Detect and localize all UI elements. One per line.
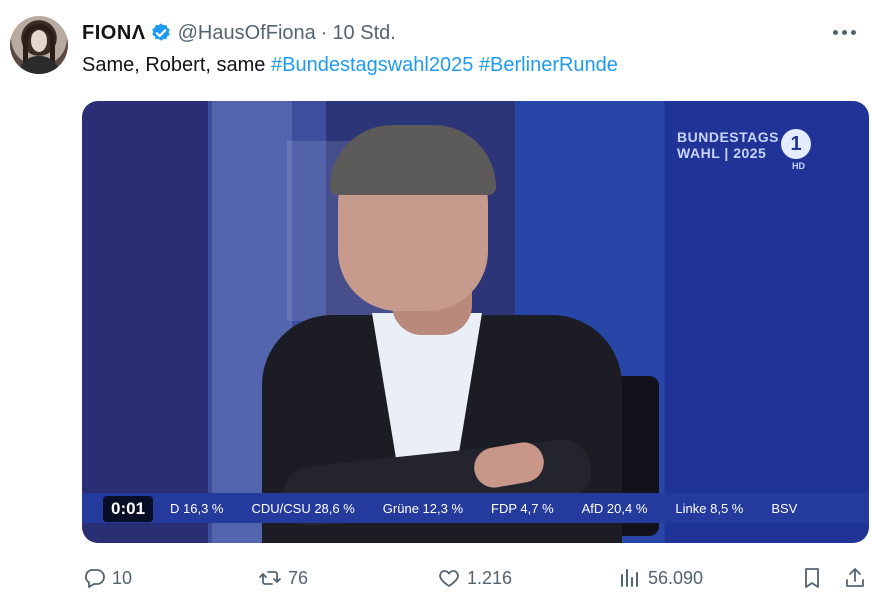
retweet-count: 76 — [288, 567, 309, 588]
reply-icon — [85, 569, 105, 588]
retweet-icon — [259, 571, 281, 585]
video-timestamp: 0:01 — [103, 496, 154, 522]
ticker-item: FDP 4,7 % — [491, 500, 554, 516]
reply-button[interactable]: 10 — [82, 560, 132, 596]
hd-label: HD — [792, 161, 805, 171]
tweet-time[interactable]: 10 Std. — [332, 22, 395, 45]
verified-badge-icon — [151, 23, 170, 41]
reply-count: 10 — [112, 567, 133, 588]
person — [242, 125, 642, 543]
election-ticker: D 16,3 % CDU/CSU 28,6 % Grüne 12,3 % FDP… — [82, 493, 869, 523]
like-icon — [439, 570, 459, 587]
tweet-header: FIONΛ @HausOfFiona · 10 Std. — [82, 20, 396, 46]
bookmark-icon — [805, 568, 819, 588]
bookmark-button[interactable] — [800, 560, 830, 596]
tweet-actions: 10 76 1.216 56.090 — [82, 560, 867, 596]
views-count: 56.090 — [648, 567, 704, 588]
ticker-item: Linke 8,5 % — [675, 500, 744, 516]
author-handle[interactable]: @HausOfFiona — [178, 22, 316, 45]
like-button[interactable]: 1.216 — [437, 560, 512, 596]
author-name[interactable]: FIONΛ — [82, 22, 146, 45]
video-player[interactable]: BUNDESTAGS WAHL | 2025 1 HD D 16,3 % CDU… — [82, 101, 869, 543]
avatar[interactable] — [10, 16, 68, 74]
ticker-item: BSV — [771, 500, 798, 516]
tweet-text: Same, Robert, same #Bundestagswahl2025 #… — [82, 54, 618, 77]
hair — [330, 125, 496, 195]
channel-logo-icon: 1 — [781, 129, 811, 159]
logo-line-1: BUNDESTAGS — [677, 129, 779, 145]
tweet-body: Same, Robert, same — [82, 54, 266, 76]
more-icon[interactable] — [831, 22, 865, 44]
share-icon — [846, 568, 864, 587]
hashtag-link[interactable]: #Bundestagswahl2025 — [271, 54, 473, 76]
views-icon — [621, 569, 638, 587]
share-button[interactable] — [843, 560, 873, 596]
channel-logo-text: BUNDESTAGS WAHL | 2025 — [677, 129, 779, 161]
retweet-button[interactable]: 76 — [258, 560, 308, 596]
like-count: 1.216 — [467, 567, 513, 588]
ticker-item: AfD 20,4 % — [581, 500, 648, 516]
views-button[interactable]: 56.090 — [618, 560, 703, 596]
ticker-item: Grüne 12,3 % — [382, 500, 464, 516]
separator-dot: · — [320, 21, 328, 44]
ticker-item: CDU/CSU 28,6 % — [251, 500, 355, 516]
hashtag-link[interactable]: #BerlinerRunde — [479, 54, 618, 76]
ticker-item: D 16,3 % — [170, 500, 224, 516]
logo-line-2: WAHL | 2025 — [677, 145, 767, 161]
avatar-face — [31, 30, 47, 52]
